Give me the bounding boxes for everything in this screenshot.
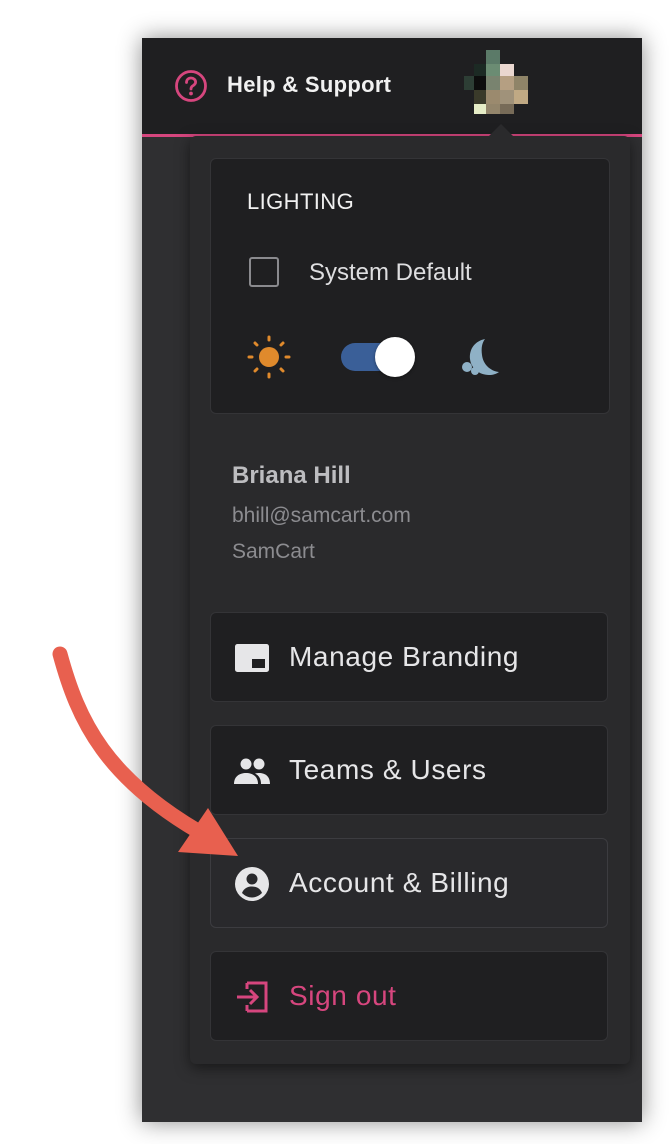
account-billing-label: Account & Billing — [289, 867, 510, 898]
user-avatar[interactable] — [464, 50, 528, 114]
question-circle-icon[interactable] — [174, 69, 208, 103]
menu-item-teams-users[interactable]: Teams & Users — [210, 725, 608, 815]
menu-item-account-billing[interactable]: Account & Billing — [210, 838, 608, 928]
manage-branding-label: Manage Branding — [289, 641, 520, 672]
teams-users-label: Teams & Users — [289, 754, 487, 785]
moon-icon — [462, 339, 499, 375]
account-circle-icon — [235, 867, 269, 901]
branding-icon — [235, 644, 269, 672]
sign-out-label: Sign out — [289, 980, 397, 1011]
account-dropdown-menu: LIGHTING System Default Briana Hill bhil… — [190, 136, 630, 1064]
user-name: Briana Hill — [232, 462, 351, 489]
dropdown-pointer — [489, 124, 513, 136]
menu-item-sign-out[interactable]: Sign out — [210, 951, 608, 1041]
dark-mode-toggle-knob[interactable] — [375, 337, 415, 377]
lighting-title: LIGHTING — [247, 189, 355, 214]
sun-icon — [247, 335, 291, 379]
sign-out-icon — [237, 981, 268, 1013]
lighting-panel: LIGHTING System Default — [210, 158, 610, 414]
user-email: bhill@samcart.com — [232, 504, 411, 527]
menu-item-manage-branding[interactable]: Manage Branding — [210, 612, 608, 702]
help-support-link[interactable]: Help & Support — [227, 72, 391, 98]
people-icon — [234, 758, 270, 784]
system-default-checkbox[interactable] — [249, 257, 279, 287]
user-company: SamCart — [232, 540, 315, 563]
top-bar: Help & Support — [142, 38, 642, 137]
app-window: Help & Support LIGHTING System Default B… — [142, 38, 642, 1122]
system-default-label[interactable]: System Default — [309, 259, 472, 287]
